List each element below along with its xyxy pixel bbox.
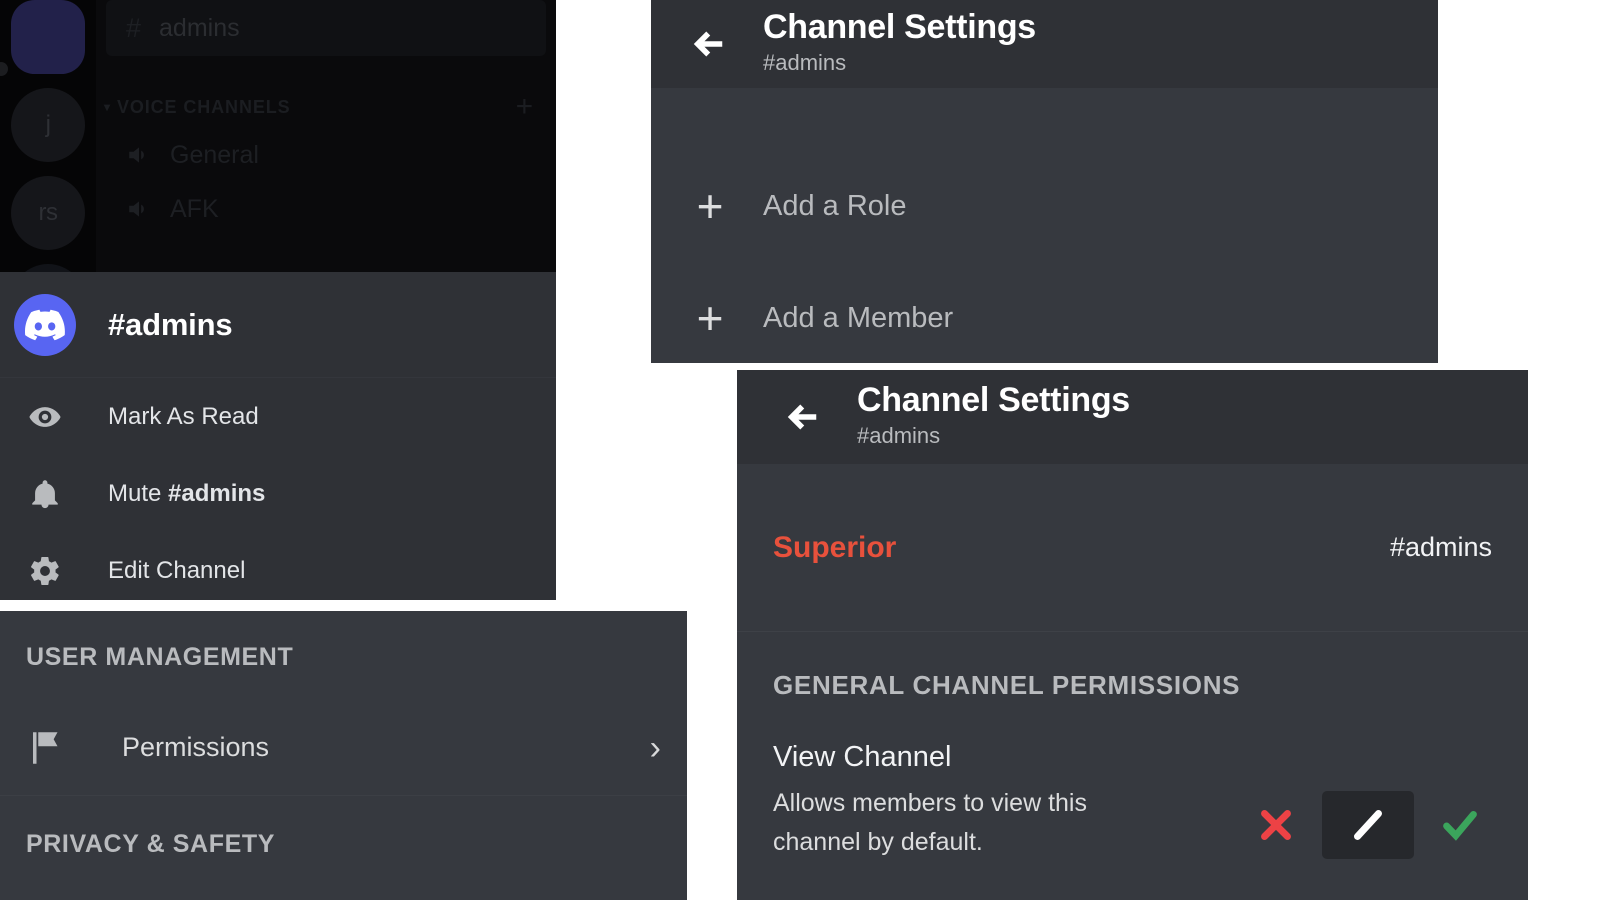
- permission-neutral-button[interactable]: [1322, 791, 1414, 859]
- channel-item-admins[interactable]: # admins: [106, 0, 546, 56]
- permission-name: View Channel: [773, 741, 952, 773]
- channel-settings-header: Channel Settings #admins: [651, 0, 1438, 88]
- permission-description: Allows members to view this channel by d…: [773, 789, 1087, 856]
- channel-name: admins: [159, 13, 240, 42]
- settings-item-permissions[interactable]: Permissions ›: [0, 700, 687, 796]
- server-initials: j: [45, 111, 51, 138]
- app-backdrop: j rs + # admins ▾ VOICE CHANNELS + Gener…: [0, 0, 556, 272]
- voice-channel-name: AFK: [170, 194, 219, 223]
- add-a-member-label: Add a Member: [763, 301, 954, 334]
- server-icon-active[interactable]: [11, 0, 85, 74]
- add-a-member-row[interactable]: + Add a Member: [651, 262, 1438, 363]
- permission-deny-button[interactable]: [1230, 791, 1322, 859]
- channel-settings-add-panel: Channel Settings #admins + Add a Role + …: [651, 0, 1438, 363]
- channel-list: # admins ▾ VOICE CHANNELS + General AFK: [96, 0, 556, 272]
- add-a-role-row[interactable]: + Add a Role: [651, 150, 1438, 262]
- back-arrow-icon[interactable]: [767, 396, 841, 438]
- speaker-icon: [126, 196, 152, 222]
- plus-icon: +: [696, 292, 724, 344]
- add-a-role-label: Add a Role: [763, 189, 907, 222]
- panel-title: Channel Settings: [857, 381, 1130, 420]
- context-menu-header: #admins: [0, 272, 556, 378]
- channel-context-menu: #admins Mark As Read Mute #admins Edit C…: [0, 272, 556, 600]
- context-menu-item-edit-channel[interactable]: Edit Channel: [0, 532, 556, 600]
- category-voice-channels[interactable]: ▾ VOICE CHANNELS +: [104, 92, 534, 122]
- bell-icon: [14, 477, 76, 511]
- eye-icon: [14, 400, 76, 434]
- speaker-icon: [126, 142, 152, 168]
- discord-logo-icon: [14, 293, 76, 356]
- context-menu-item-label: Mute #admins: [108, 479, 266, 507]
- channel-settings-permissions-panel: Channel Settings #admins Superior #admin…: [737, 370, 1528, 900]
- role-row-superior[interactable]: Superior #admins: [737, 464, 1528, 632]
- add-channel-icon[interactable]: +: [516, 92, 534, 122]
- context-menu-item-mute[interactable]: Mute #admins: [0, 455, 556, 532]
- permission-allow-button[interactable]: [1414, 791, 1506, 859]
- settings-list-panel: USER MANAGEMENT Permissions › PRIVACY & …: [0, 611, 687, 900]
- permission-toggle-group: [1230, 791, 1506, 859]
- section-header-user-management: USER MANAGEMENT: [26, 643, 294, 671]
- server-status-pill: [0, 62, 8, 76]
- role-name: Superior: [773, 530, 897, 564]
- role-channel-name: #admins: [1389, 532, 1492, 562]
- gear-icon: [14, 554, 76, 588]
- chevron-right-icon: ›: [649, 728, 661, 767]
- add-server-button[interactable]: +: [11, 264, 85, 272]
- permission-row-view-channel: View Channel Allows members to view this…: [737, 701, 1528, 862]
- section-header-privacy-safety: PRIVACY & SAFETY: [26, 830, 275, 858]
- voice-channel-general[interactable]: General: [106, 128, 546, 182]
- hash-icon: #: [126, 12, 142, 43]
- context-menu-item-mark-as-read[interactable]: Mark As Read: [0, 378, 556, 455]
- context-menu-item-label: Edit Channel: [108, 556, 246, 584]
- settings-item-label: Permissions: [122, 732, 270, 762]
- channel-settings-header: Channel Settings #admins: [737, 370, 1528, 464]
- panel-title: Channel Settings: [763, 8, 1036, 47]
- flag-icon: [26, 727, 82, 769]
- plus-icon: +: [696, 180, 724, 232]
- panel-subtitle: #admins: [763, 50, 847, 76]
- server-icon-j[interactable]: j: [11, 88, 85, 162]
- server-rail: j rs +: [0, 0, 96, 272]
- server-initials: rs: [38, 199, 59, 226]
- context-menu-title: #admins: [108, 306, 233, 342]
- chevron-down-icon: ▾: [104, 100, 111, 114]
- back-arrow-icon[interactable]: [673, 23, 747, 65]
- category-label: VOICE CHANNELS: [116, 96, 291, 117]
- context-menu-item-label: Mark As Read: [108, 402, 259, 430]
- voice-channel-name: General: [170, 140, 259, 169]
- permissions-section-header: GENERAL CHANNEL PERMISSIONS: [773, 670, 1241, 700]
- voice-channel-afk[interactable]: AFK: [106, 182, 546, 236]
- panel-subtitle: #admins: [857, 423, 941, 449]
- server-icon-rs[interactable]: rs: [11, 176, 85, 250]
